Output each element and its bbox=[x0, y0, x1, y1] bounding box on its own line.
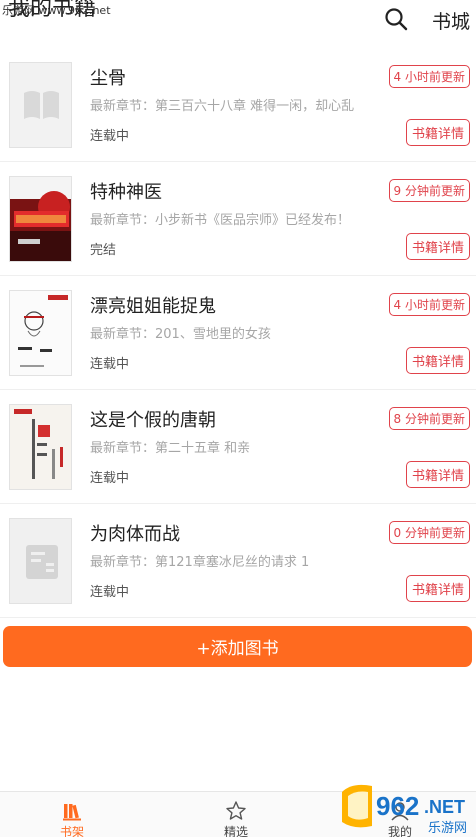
latest-chapter: 最新章节：小步新书《医品宗师》已经发布！ bbox=[90, 213, 351, 228]
book-item[interactable]: 为肉体而战 最新章节：第121章塞冰尼丝的请求 1 连载中 0 分钟前更新 书籍… bbox=[0, 504, 476, 618]
book-cover[interactable] bbox=[9, 290, 72, 376]
update-badge: 0 分钟前更新 bbox=[388, 521, 470, 544]
book-placeholder-icon bbox=[24, 91, 59, 119]
book-cover-art bbox=[14, 409, 63, 479]
book-title: 尘骨 bbox=[90, 68, 126, 89]
site-watermark: 乐游网 www.962.net bbox=[2, 4, 111, 17]
add-book-button[interactable]: +添加图书 bbox=[3, 626, 472, 667]
book-list: 尘骨 最新章节：第三百六十八章 难得一闲，却心乱 连载中 4 小时前更新 书籍详… bbox=[0, 48, 476, 618]
svg-text:962: 962 bbox=[376, 791, 419, 821]
book-detail-button[interactable]: 书籍详情 bbox=[405, 347, 470, 374]
bookstore-link[interactable]: 书城 bbox=[432, 7, 470, 34]
book-item[interactable]: 特种神医 最新章节：小步新书《医品宗师》已经发布！ 完结 9 分钟前更新 书籍详… bbox=[0, 162, 476, 276]
book-detail-button[interactable]: 书籍详情 bbox=[405, 461, 470, 488]
latest-chapter: 最新章节：第二十五章 和亲 bbox=[90, 441, 251, 456]
book-status: 连载中 bbox=[90, 585, 130, 600]
book-status: 连载中 bbox=[90, 129, 130, 144]
book-cover[interactable] bbox=[9, 404, 72, 490]
latest-chapter: 最新章节：第三百六十八章 难得一闲，却心乱 bbox=[90, 99, 355, 114]
book-cover[interactable] bbox=[9, 62, 72, 148]
search-icon[interactable] bbox=[384, 7, 408, 31]
book-title: 特种神医 bbox=[90, 182, 162, 203]
962-logo: 962 .NET 乐游网 bbox=[342, 784, 467, 836]
star-icon bbox=[226, 801, 246, 820]
book-title: 漂亮姐姐能捉鬼 bbox=[90, 296, 216, 317]
book-item[interactable]: 这是个假的唐朝 最新章节：第二十五章 和亲 连载中 8 分钟前更新 书籍详情 bbox=[0, 390, 476, 504]
book-detail-button[interactable]: 书籍详情 bbox=[405, 575, 470, 602]
latest-chapter: 最新章节：201、雪地里的女孩 bbox=[90, 327, 271, 342]
book-status: 连载中 bbox=[90, 357, 130, 372]
book-detail-button[interactable]: 书籍详情 bbox=[405, 119, 470, 146]
update-badge: 9 分钟前更新 bbox=[388, 179, 470, 202]
tab-featured[interactable]: 精选 bbox=[186, 792, 286, 837]
book-status: 完结 bbox=[90, 243, 117, 258]
bookshelf-icon bbox=[63, 804, 81, 821]
book-item[interactable]: 尘骨 最新章节：第三百六十八章 难得一闲，却心乱 连载中 4 小时前更新 书籍详… bbox=[0, 48, 476, 162]
latest-chapter: 最新章节：第121章塞冰尼丝的请求 1 bbox=[90, 555, 310, 570]
book-placeholder-icon bbox=[26, 545, 58, 579]
book-cover-art bbox=[10, 177, 71, 261]
update-badge: 4 小时前更新 bbox=[388, 65, 470, 88]
update-badge: 8 分钟前更新 bbox=[388, 407, 470, 430]
book-item[interactable]: 漂亮姐姐能捉鬼 最新章节：201、雪地里的女孩 连载中 4 小时前更新 书籍详情 bbox=[0, 276, 476, 390]
book-cover-art bbox=[18, 295, 68, 367]
book-status: 连载中 bbox=[90, 471, 130, 486]
book-title: 这是个假的唐朝 bbox=[90, 410, 216, 431]
book-cover[interactable] bbox=[9, 518, 72, 604]
svg-text:.NET: .NET bbox=[424, 797, 465, 817]
tab-label: 精选 bbox=[223, 825, 248, 837]
book-cover[interactable] bbox=[9, 176, 72, 262]
tab-label: 书架 bbox=[59, 825, 84, 837]
book-title: 为肉体而战 bbox=[90, 524, 180, 545]
svg-text:乐游网: 乐游网 bbox=[428, 821, 467, 836]
tab-bookshelf[interactable]: 书架 bbox=[22, 792, 122, 837]
book-detail-button[interactable]: 书籍详情 bbox=[405, 233, 470, 260]
update-badge: 4 小时前更新 bbox=[388, 293, 470, 316]
